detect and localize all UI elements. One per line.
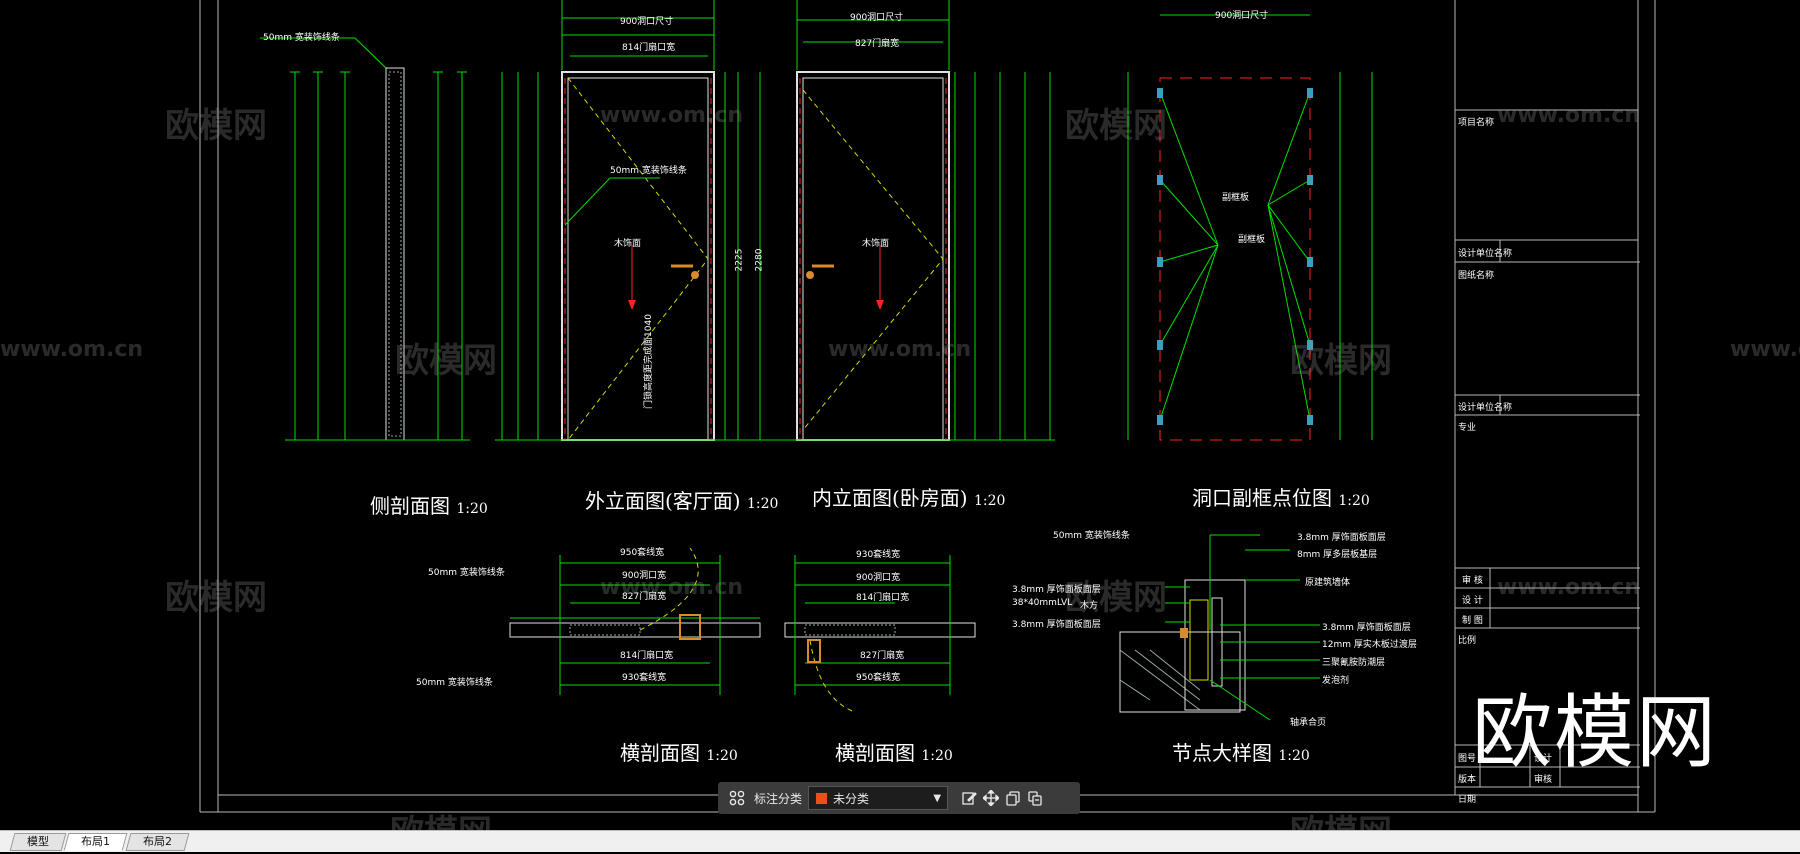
dim-label: 814门扇口宽: [620, 651, 674, 661]
tab-layout2[interactable]: 布局2: [125, 833, 190, 851]
dim-label: 副框板: [1238, 235, 1266, 245]
view-title: 侧剖面图 1:20: [370, 494, 488, 518]
watermark: 欧模网: [1290, 341, 1392, 381]
dim-label: 900洞口宽: [622, 571, 667, 581]
node-detail-drawing: [1119, 534, 1320, 721]
title-block-text: 审 核: [1462, 576, 1483, 586]
grid-icon[interactable]: [726, 787, 748, 809]
watermark: 欧模网: [395, 341, 497, 381]
dim-label: 副框板: [1222, 193, 1250, 203]
view-title: 横剖面图 1:20: [835, 741, 953, 765]
dim-label: 木饰面: [614, 239, 642, 249]
chevron-down-icon: ▼: [933, 792, 942, 804]
view-title: 内立面图(卧房面) 1:20: [812, 486, 1006, 510]
title-block-text: 设 计: [1462, 596, 1483, 606]
view-title: 洞口副框点位图 1:20: [1192, 486, 1370, 510]
dim-label: 950套线宽: [856, 673, 901, 683]
dim-label: 900洞口尺寸: [1215, 11, 1269, 21]
move-icon[interactable]: [980, 787, 1002, 809]
watermark: www.om.cn: [600, 103, 744, 128]
node-label: 38*40mmLVL: [1012, 598, 1073, 608]
edit-icon[interactable]: [958, 787, 980, 809]
annotation-category-select[interactable]: 未分类 ▼: [808, 786, 949, 810]
inner-elevation-drawing: [730, 0, 1055, 441]
dim-label: 50mm 宽装饰线条: [263, 33, 340, 43]
dim-label: 827门扇宽: [855, 39, 900, 49]
copy-icon[interactable]: [1002, 787, 1024, 809]
view-title: 外立面图(客厅面) 1:20: [585, 489, 779, 513]
title-block-text: 图纸名称: [1458, 271, 1495, 281]
title-block-text: 设计单位名称: [1458, 403, 1513, 413]
title-block-text: 审核: [1534, 775, 1553, 785]
title-block-text: 图号: [1458, 754, 1477, 764]
watermark: www.om.cn: [0, 337, 144, 362]
title-block-text: 日期: [1458, 795, 1477, 805]
title-block-text: 设计: [1534, 754, 1553, 764]
dim-label: 木饰面: [862, 239, 890, 249]
watermark: 欧模网: [165, 106, 267, 146]
node-label: 轴承合页: [1290, 718, 1327, 728]
annotation-category-value: 未分类: [833, 791, 870, 806]
color-swatch: [815, 791, 829, 805]
watermark: www.om.cn: [1497, 103, 1641, 128]
title-block-text: 设计单位名称: [1458, 249, 1513, 259]
node-label: 3.8mm 厚饰面板面层: [1012, 620, 1101, 630]
brand-logo-text: 欧模网: [1472, 686, 1718, 779]
dim-label: 814门扇口宽: [622, 43, 676, 53]
outer-elevation-drawing: [495, 0, 735, 441]
node-label: 12mm 厚实木板过渡层: [1322, 640, 1417, 650]
node-label: 50mm 宽装饰线条: [1053, 531, 1130, 541]
node-label: 木方: [1080, 601, 1099, 611]
node-label: 三聚氰胺防潮层: [1322, 658, 1386, 668]
node-label: 3.8mm 厚饰面板面层: [1297, 533, 1386, 543]
layout-tab-bar: 模型 布局1 布局2: [0, 830, 1800, 852]
dim-label: 814门扇口宽: [856, 593, 910, 603]
watermark: 欧模网: [165, 578, 267, 618]
node-label: 原建筑墙体: [1305, 578, 1351, 588]
tab-model[interactable]: 模型: [9, 833, 67, 851]
view-title: 节点大样图 1:20: [1172, 741, 1310, 765]
dim-label: 2280: [754, 248, 765, 272]
node-label: 3.8mm 厚饰面板面层: [1012, 585, 1101, 595]
dim-label: 827门扇宽: [622, 592, 667, 602]
watermark: www.om.cn: [1497, 575, 1641, 600]
node-label: 8mm 厚多层板基层: [1297, 550, 1378, 560]
dim-label: 900洞口宽: [856, 573, 901, 583]
dim-label: 2225: [734, 248, 745, 272]
title-block-text: 专业: [1458, 423, 1477, 433]
dim-label: 930套线宽: [856, 550, 901, 560]
title-block-text: 版本: [1458, 775, 1477, 785]
paste-icon[interactable]: [1024, 787, 1046, 809]
watermark: www.om.cn: [1730, 337, 1800, 362]
dim-label: 900洞口尺寸: [850, 13, 904, 23]
annotation-toolbar: 标注分类 未分类 ▼: [718, 782, 1080, 814]
tab-layout1[interactable]: 布局1: [63, 833, 128, 851]
view-title: 横剖面图 1:20: [620, 741, 738, 765]
watermark: www.om.cn: [828, 337, 972, 362]
dim-label: 50mm 宽装饰线条: [428, 568, 505, 578]
title-block-text: 项目名称: [1458, 118, 1495, 128]
node-label: 3.8mm 厚饰面板面层: [1322, 623, 1411, 633]
title-block-text: 制 图: [1462, 616, 1483, 626]
dim-label: 门锁高度距完成面1040: [643, 314, 654, 409]
dim-label: 900洞口尺寸: [620, 17, 674, 27]
dim-label: 827门扇宽: [860, 651, 905, 661]
node-label: 发泡剂: [1322, 676, 1350, 686]
annotation-category-label: 标注分类: [754, 791, 803, 806]
dim-label: 950套线宽: [620, 548, 665, 558]
dim-label: 50mm 宽装饰线条: [416, 678, 493, 688]
watermark: 欧模网: [1065, 106, 1167, 146]
title-block-text: 比例: [1458, 636, 1477, 646]
dim-label: 930套线宽: [622, 673, 667, 683]
dim-label: 50mm 宽装饰线条: [610, 166, 687, 176]
